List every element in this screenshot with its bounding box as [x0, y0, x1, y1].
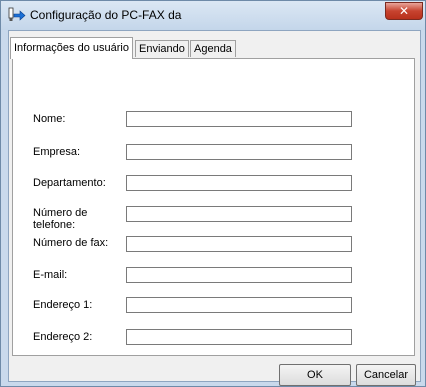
name-field[interactable] [126, 111, 352, 127]
fax-number-label: Número de fax: [33, 237, 109, 249]
company-label: Empresa: [33, 146, 81, 158]
department-field[interactable] [126, 175, 352, 191]
address-2-field[interactable] [126, 329, 352, 345]
fax-number-field[interactable] [126, 236, 352, 252]
title-bar[interactable]: Configuração do PC-FAX da ✕ [1, 1, 425, 30]
address-2-label: Endereço 2: [33, 331, 93, 343]
pc-fax-settings-dialog: Configuração do PC-FAX da ✕ Informações … [0, 0, 426, 387]
address-1-label: Endereço 1: [33, 299, 93, 311]
dialog-client-area: Informações do usuário Enviando Agenda N… [8, 30, 421, 386]
close-icon: ✕ [398, 4, 410, 18]
tab-sending[interactable]: Enviando [135, 40, 189, 57]
phone-label: Número de telefone: [33, 207, 88, 231]
address-1-field[interactable] [126, 297, 352, 313]
close-button[interactable]: ✕ [385, 2, 423, 20]
window-title: Configuração do PC-FAX da [30, 8, 182, 22]
email-label: E-mail: [33, 269, 68, 281]
phone-field[interactable] [126, 206, 352, 222]
ok-button[interactable]: OK [279, 364, 351, 386]
user-info-panel: Nome: Empresa: Departamento: Número de t… [12, 58, 415, 356]
tab-user-info[interactable]: Informações do usuário [10, 37, 133, 59]
pc-fax-icon [8, 7, 26, 23]
tab-address-book[interactable]: Agenda [190, 40, 236, 57]
company-field[interactable] [126, 144, 352, 160]
name-label: Nome: [33, 113, 66, 125]
cancel-button[interactable]: Cancelar [356, 364, 416, 386]
department-label: Departamento: [33, 177, 106, 189]
email-field[interactable] [126, 267, 352, 283]
